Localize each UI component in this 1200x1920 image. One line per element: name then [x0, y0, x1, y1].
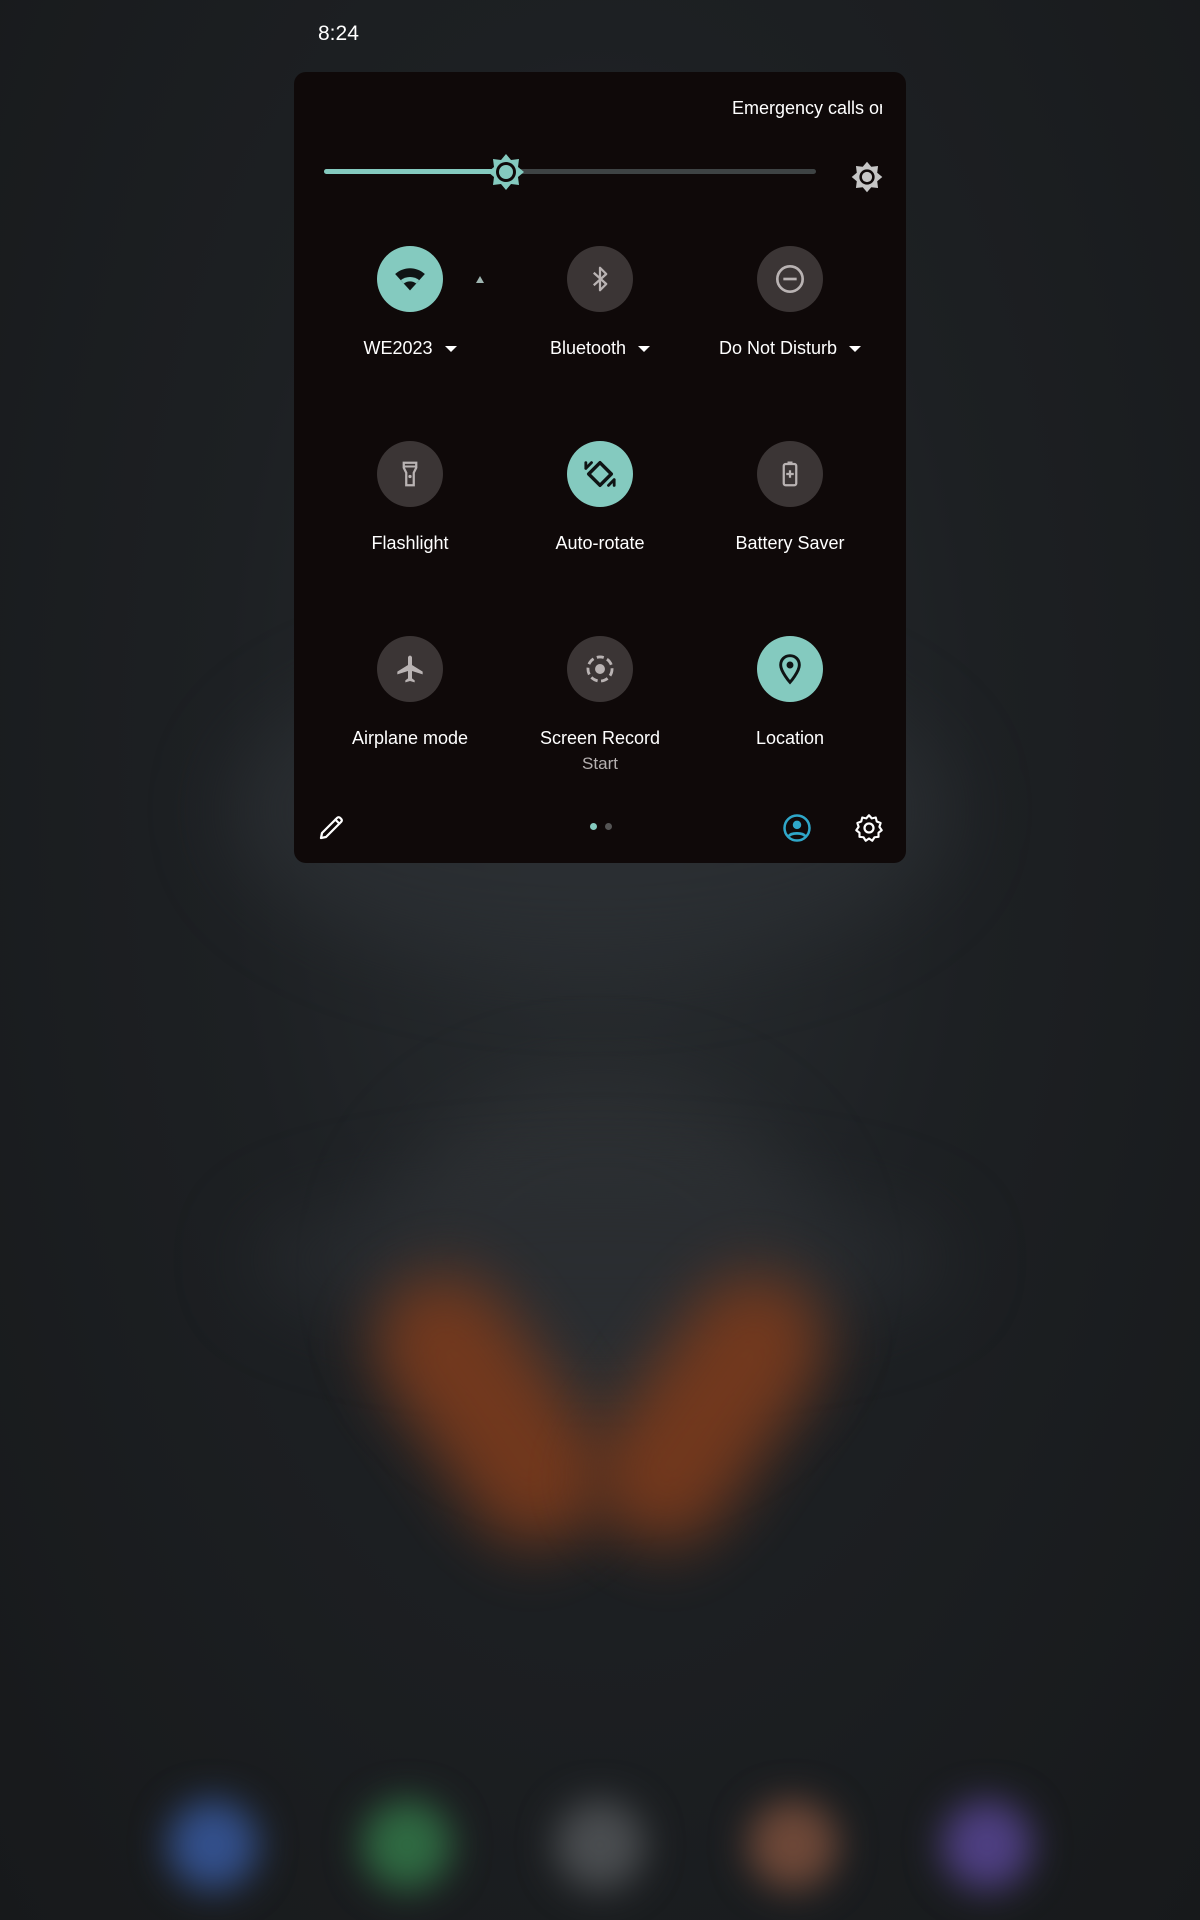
chevron-down-icon[interactable] — [638, 346, 651, 353]
tile-battery-saver[interactable]: Battery Saver — [695, 441, 885, 601]
page-dot[interactable] — [590, 823, 597, 830]
tile-auto-rotate[interactable]: Auto-rotate — [505, 441, 695, 601]
brightness-track[interactable] — [324, 169, 816, 174]
auto-brightness-icon[interactable] — [850, 160, 884, 194]
quick-settings-panel: Emergency calls only WE2023 — [294, 72, 906, 863]
dock-app-icon — [362, 1800, 452, 1890]
edit-icon[interactable] — [316, 813, 346, 843]
tile-sublabel: Start — [582, 754, 618, 773]
tile-location[interactable]: Location — [695, 636, 885, 796]
page-dot[interactable] — [605, 823, 612, 830]
tile-airplane-mode[interactable]: Airplane mode — [315, 636, 505, 796]
tile-do-not-disturb[interactable]: Do Not Disturb — [695, 246, 885, 406]
wallpaper-shape — [250, 1180, 950, 1340]
tile-label[interactable]: Screen Record — [505, 728, 695, 749]
brightness-thumb[interactable] — [486, 152, 526, 192]
dock-app-icon — [555, 1800, 645, 1890]
brightness-slider[interactable] — [324, 152, 824, 192]
user-switcher-icon[interactable] — [782, 813, 812, 843]
chevron-down-icon[interactable] — [849, 346, 862, 353]
tile-label[interactable]: Bluetooth — [505, 338, 695, 359]
tile-label[interactable]: Airplane mode — [315, 728, 505, 749]
dock-app-icon — [942, 1800, 1032, 1890]
carrier-text: Emergency calls only — [732, 98, 882, 118]
status-bar-time: 8:24 — [318, 22, 359, 45]
flashlight-icon[interactable] — [377, 441, 443, 507]
chevron-down-icon[interactable] — [444, 346, 457, 353]
tile-label[interactable]: Auto-rotate — [505, 533, 695, 554]
settings-gear-icon[interactable] — [854, 813, 884, 843]
tile-flashlight[interactable]: Flashlight — [315, 441, 505, 601]
brightness-track-fill — [324, 169, 507, 174]
tile-label[interactable]: Battery Saver — [695, 533, 885, 554]
location-icon[interactable] — [757, 636, 823, 702]
tile-label[interactable]: Do Not Disturb — [695, 338, 885, 359]
do-not-disturb-icon[interactable] — [757, 246, 823, 312]
tile-label[interactable]: WE2023 — [315, 338, 505, 359]
page-indicator — [590, 823, 612, 830]
auto-rotate-icon[interactable] — [567, 441, 633, 507]
dock-app-icon — [168, 1800, 258, 1890]
screen-record-icon[interactable] — [567, 636, 633, 702]
battery-saver-icon[interactable] — [757, 441, 823, 507]
airplane-icon[interactable] — [377, 636, 443, 702]
dock-app-icon — [748, 1800, 838, 1890]
tile-label[interactable]: Flashlight — [315, 533, 505, 554]
tile-screen-record[interactable]: Screen Record Start — [505, 636, 695, 796]
wifi-icon[interactable] — [377, 246, 443, 312]
tile-label[interactable]: Location — [695, 728, 885, 749]
tile-wifi[interactable]: WE2023 — [315, 246, 505, 406]
tile-bluetooth[interactable]: Bluetooth — [505, 246, 695, 406]
bluetooth-icon[interactable] — [567, 246, 633, 312]
wifi-activity-icon — [476, 276, 484, 283]
